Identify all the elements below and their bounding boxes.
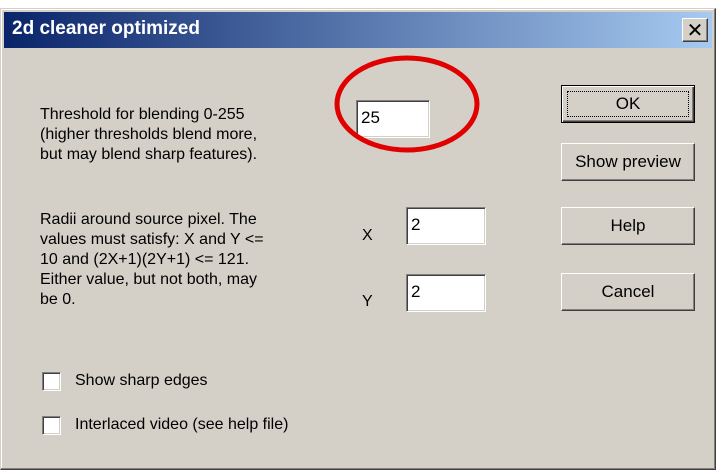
threshold-label-line-1: Threshold for blending 0-255 bbox=[40, 106, 245, 123]
ok-button[interactable]: OK bbox=[561, 85, 695, 123]
show-preview-button[interactable]: Show preview bbox=[561, 143, 695, 181]
dialog-window: 2d cleaner optimized ✕ Threshold for ble… bbox=[0, 8, 716, 470]
cancel-button[interactable]: Cancel bbox=[561, 273, 695, 311]
radii-label-line-3: 10 and (2X+1)(2Y+1) <= 121. bbox=[40, 251, 250, 268]
radius-x-input[interactable]: 2 bbox=[406, 207, 486, 245]
radii-label-line-5: be 0. bbox=[40, 291, 76, 308]
interlaced-video-checkbox[interactable] bbox=[42, 416, 61, 435]
title-bar[interactable]: 2d cleaner optimized ✕ bbox=[4, 12, 712, 48]
radii-label-line-2: values must satisfy: X and Y <= bbox=[40, 231, 264, 248]
radius-y-input[interactable]: 2 bbox=[406, 274, 486, 312]
cancel-button-label: Cancel bbox=[601, 282, 655, 301]
radius-x-label: X bbox=[362, 227, 373, 244]
close-button[interactable]: ✕ bbox=[682, 18, 708, 42]
close-icon: ✕ bbox=[686, 18, 704, 42]
window-title: 2d cleaner optimized bbox=[12, 18, 200, 39]
threshold-label-line-2: (higher thresholds blend more, bbox=[40, 126, 258, 143]
focus-ring bbox=[567, 91, 689, 117]
show-sharp-edges-label: Show sharp edges bbox=[75, 372, 208, 389]
help-button-label: Help bbox=[610, 216, 646, 235]
show-preview-button-label: Show preview bbox=[575, 152, 681, 171]
help-button[interactable]: Help bbox=[561, 207, 695, 245]
radii-label-line-4: Either value, but not both, may bbox=[40, 271, 258, 288]
radius-y-label: Y bbox=[362, 293, 373, 310]
interlaced-video-label: Interlaced video (see help file) bbox=[75, 416, 289, 433]
threshold-label-line-3: but may blend sharp features). bbox=[40, 146, 258, 163]
threshold-input[interactable]: 25 bbox=[356, 100, 430, 138]
radii-label-line-1: Radii around source pixel. The bbox=[40, 211, 257, 228]
show-sharp-edges-checkbox[interactable] bbox=[42, 372, 61, 391]
